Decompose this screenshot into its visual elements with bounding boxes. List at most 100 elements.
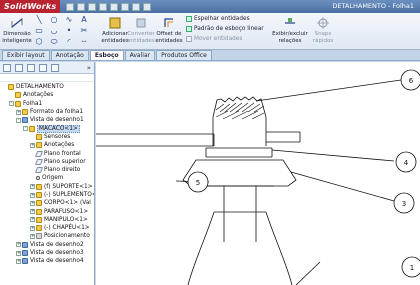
quick-snaps-button[interactable]: Snaps rápidos	[310, 16, 336, 44]
expand-icon[interactable]: +	[30, 217, 35, 223]
tree-item[interactable]: + Anotações	[0, 141, 94, 149]
tree-item-label: MANIPULO<1>	[44, 216, 88, 223]
expand-panel-icon[interactable]: »	[87, 64, 91, 72]
config-manager-tab-icon[interactable]	[27, 63, 35, 72]
polygon-icon[interactable]: ⬡	[33, 37, 45, 47]
centerline-icon[interactable]: ┄	[78, 37, 90, 47]
smart-dimension-label: Dimensão inteligente	[2, 31, 32, 44]
tab-exibir-layout[interactable]: Exibir layout	[2, 50, 50, 60]
tree-item[interactable]: + Posicionamento	[0, 232, 94, 240]
collapse-icon[interactable]: -	[16, 117, 21, 123]
convert-entities-icon	[136, 18, 146, 28]
tree-item[interactable]: + MANIPULO<1>	[0, 216, 94, 224]
new-icon[interactable]	[66, 2, 75, 11]
tree-item[interactable]: Plano frontal	[0, 149, 94, 157]
rectangle-icon[interactable]: ▭	[33, 26, 45, 36]
circle-icon[interactable]: ○	[48, 15, 60, 25]
fillet-icon[interactable]: ◜	[63, 37, 75, 47]
line-icon[interactable]: ╲	[33, 15, 45, 25]
tree-item[interactable]: + PARAFUSO<1>	[0, 207, 94, 215]
tree-item[interactable]: + Vista de desenho4	[0, 257, 94, 265]
handle-bar[interactable]	[96, 133, 214, 147]
options-icon[interactable]	[143, 2, 152, 11]
tree-item-label: PARAFUSO<1>	[44, 208, 89, 215]
add-entities-label: Adicionar entidades	[101, 31, 129, 44]
tree-item[interactable]: + (f) SUPORTE<1>	[0, 183, 94, 191]
sheet-icon	[15, 100, 21, 107]
collar[interactable]	[205, 147, 273, 158]
sheet-format-icon	[22, 109, 28, 116]
expand-icon[interactable]: +	[16, 242, 21, 248]
tree-item[interactable]: - MACACO<1>	[0, 124, 94, 133]
tree-item[interactable]: + (-) CHAPÉU<1>	[0, 224, 94, 232]
quick-snaps-label: Snaps rápidos	[312, 31, 334, 44]
point-icon[interactable]: •	[63, 26, 75, 36]
part-icon	[36, 183, 42, 190]
rebuild-icon[interactable]	[132, 2, 141, 11]
ellipse-icon[interactable]: ⬭	[48, 37, 60, 47]
feature-tree-tab-icon[interactable]	[3, 63, 11, 72]
panel-toolbar: »	[0, 62, 94, 74]
tree-item[interactable]: Plano superior	[0, 158, 94, 166]
select-icon[interactable]	[121, 2, 130, 11]
tab-avaliar[interactable]: Avaliar	[124, 50, 156, 60]
convert-entities-button[interactable]: Converter entidades	[126, 16, 156, 44]
tab-anotacao[interactable]: Anotação	[50, 50, 89, 60]
property-manager-tab-icon[interactable]	[15, 63, 23, 72]
save-icon[interactable]	[88, 2, 97, 11]
expand-icon[interactable]: +	[30, 209, 35, 215]
expand-icon[interactable]: +	[16, 258, 21, 264]
smart-dimension-button[interactable]: Dimensão inteligente	[2, 16, 32, 44]
tree-item[interactable]: Plano direito	[0, 166, 94, 174]
command-manager: Dimensão inteligente ╲ ○ ∿ A ▭ ◡ • ✂ ⬡ ⬭…	[0, 13, 420, 50]
display-manager-tab-icon[interactable]	[51, 63, 59, 72]
tree-item-label: (-) CHAPÉU<1>	[44, 225, 90, 232]
command-tabs: Exibir layout Anotação Esboço Avaliar Pr…	[0, 50, 420, 61]
print-icon[interactable]	[99, 2, 108, 11]
tree-item[interactable]: + CORPO<1> (Val	[0, 199, 94, 207]
dimxpert-tab-icon[interactable]	[39, 63, 47, 72]
tree-item[interactable]: - Vista de desenho1	[0, 116, 94, 124]
tree-item-label: Posicionamento	[44, 233, 90, 240]
open-icon[interactable]	[77, 2, 86, 11]
balloon-4-number: 4	[404, 159, 409, 167]
tree-item[interactable]: + (-) SUPLEMENTO<1>	[0, 191, 94, 199]
spline-icon[interactable]: ∿	[63, 15, 75, 25]
quick-snaps-icon	[317, 17, 329, 29]
mirror-entities-button[interactable]: Espelhar entidades	[186, 16, 250, 22]
expand-icon[interactable]: +	[30, 192, 35, 198]
knurled-head[interactable]	[212, 117, 267, 146]
tree-item[interactable]: Origem	[0, 174, 94, 182]
collapse-icon[interactable]: -	[9, 101, 14, 107]
expand-icon[interactable]: +	[30, 200, 35, 206]
trim-icon[interactable]: ✂	[78, 26, 90, 36]
solidworks-logo[interactable]: SolidWorks	[0, 0, 61, 13]
move-entities-button[interactable]: Mover entidades	[186, 36, 242, 42]
linear-pattern-button[interactable]: Padrão de esboço linear	[186, 26, 264, 32]
tree-item[interactable]: + Formato da folha1	[0, 108, 94, 116]
display-relations-button[interactable]: Exibir/excluir relações	[272, 16, 308, 44]
expand-icon[interactable]: +	[16, 250, 21, 256]
expand-icon[interactable]: +	[16, 109, 21, 115]
plane-icon	[34, 167, 44, 174]
plane-icon	[34, 150, 44, 157]
text-icon[interactable]: A	[78, 15, 90, 25]
tree-item[interactable]: + Vista de desenho2	[0, 241, 94, 249]
tree-item[interactable]: + Vista de desenho3	[0, 249, 94, 257]
expand-icon[interactable]: +	[30, 225, 35, 231]
expand-icon[interactable]: +	[30, 184, 35, 190]
tree-item[interactable]: Sensores	[0, 133, 94, 141]
tree-item-label: Anotações	[44, 142, 75, 149]
collapse-icon[interactable]: -	[23, 126, 28, 132]
tree-item[interactable]: DETALHAMENTO	[0, 83, 94, 91]
undo-icon[interactable]	[110, 2, 119, 11]
expand-icon[interactable]: +	[30, 233, 35, 239]
tree-item[interactable]: Anotações	[0, 91, 94, 99]
offset-entities-button[interactable]: Offset de entidades	[154, 16, 184, 44]
tab-produtos-office[interactable]: Produtos Office	[156, 50, 212, 60]
drawing-canvas[interactable]: 6 4 5 3 1	[96, 62, 420, 285]
tree-item[interactable]: - Folha1	[0, 100, 94, 108]
arc-icon[interactable]: ◡	[48, 26, 60, 36]
expand-icon[interactable]: +	[30, 142, 35, 148]
tab-esboco[interactable]: Esboço	[89, 50, 124, 60]
